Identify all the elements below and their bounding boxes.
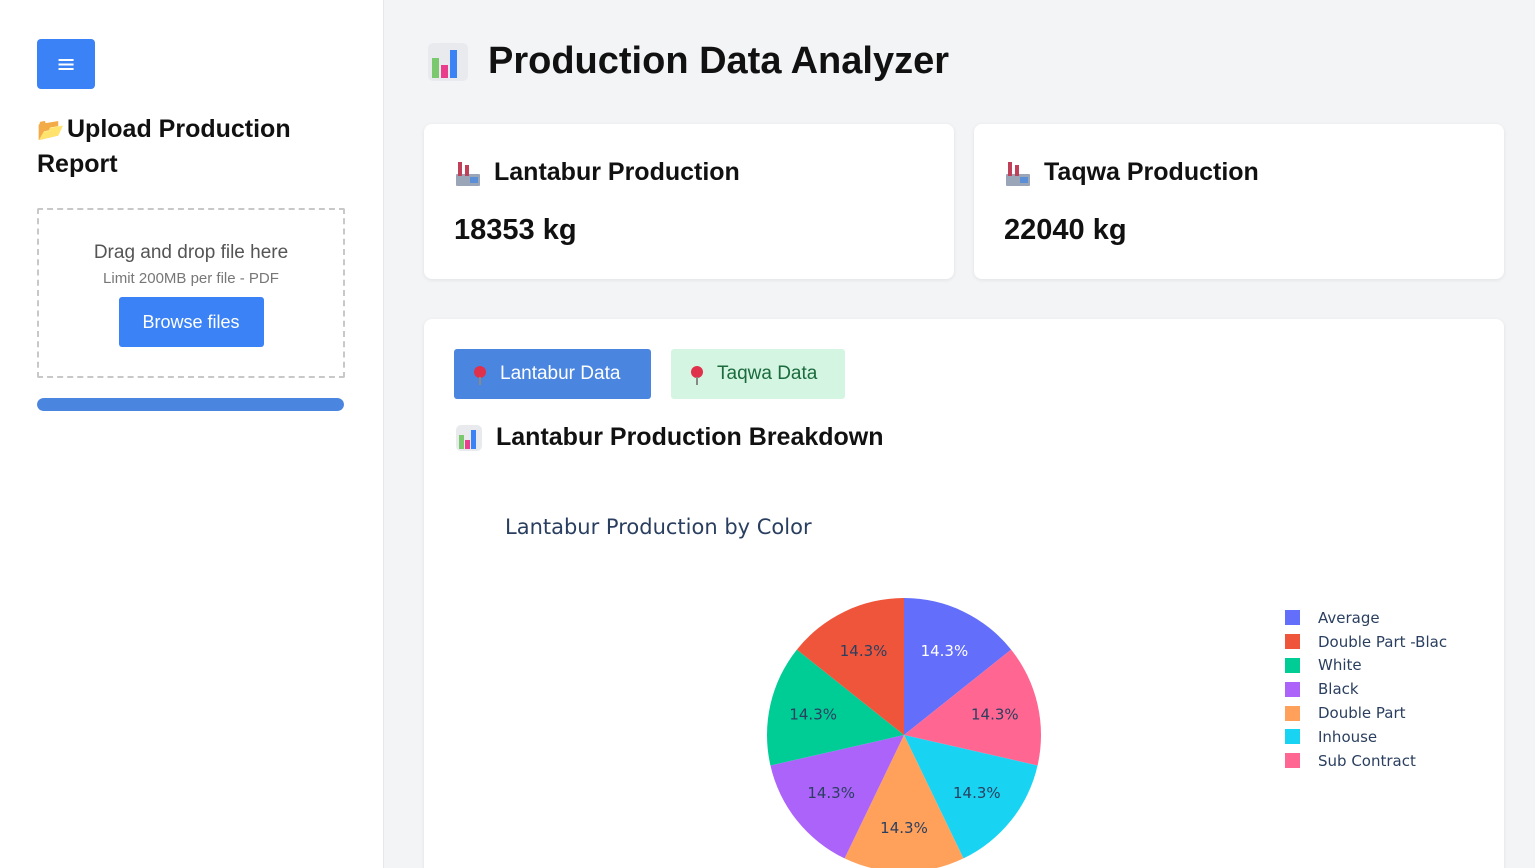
stat-value: 18353 kg [454,214,577,246]
dropzone-text: Drag and drop file here [93,242,289,263]
legend-swatch [1285,634,1300,650]
upload-title-text: Upload Production Report [37,115,291,178]
breakdown-panel: Lantabur Data Taqwa Data Lantabur Produc… [424,319,1504,868]
hamburger-icon: ≡ [55,50,77,78]
menu-button[interactable]: ≡ [37,39,95,89]
stat-title-text: Taqwa Production [1044,158,1259,186]
legend-swatch [1285,681,1300,697]
chart-title: Lantabur Production by Color [505,515,812,539]
sidebar: ≡ 📂 Upload Production Report Drag and dro… [0,0,384,868]
folder-icon: 📂 [37,117,65,142]
bar-chart-icon [456,424,482,451]
taqwa-production-card: Taqwa Production 22040 kg [974,124,1504,279]
legend-label: Inhouse [1318,727,1378,746]
tab-taqwa-data[interactable]: Taqwa Data [671,349,845,399]
tab-lantabur-data[interactable]: Lantabur Data [454,349,651,399]
lantabur-production-card: Lantabur Production 18353 kg [424,124,954,279]
legend-swatch [1285,753,1300,769]
legend-item[interactable]: White [1285,654,1447,678]
pie-chart[interactable]: 14.3% 14.3% 14.3% 14.3% 14.3% 14.3% 14.3% [724,589,1094,868]
legend-item[interactable]: Double Part [1285,701,1447,725]
legend-swatch [1285,729,1300,745]
stat-title: Lantabur Production [454,158,740,187]
pie-slice-label: 14.3% [921,642,969,660]
bar-chart-icon [428,42,468,81]
pin-icon [474,366,486,385]
page-title: Production Data Analyzer [428,40,949,83]
upload-progress-bar [37,398,344,411]
legend-label: White [1318,656,1362,675]
breakdown-title: Lantabur Production Breakdown [456,423,884,452]
tab-label: Taqwa Data [717,363,818,384]
pie-slice-label: 14.3% [789,705,837,723]
factory-icon [454,160,482,186]
legend-swatch [1285,610,1300,626]
stat-value: 22040 kg [1004,214,1127,246]
file-dropzone[interactable]: Drag and drop file here Limit 200MB per … [37,208,345,378]
tab-label: Lantabur Data [500,363,621,384]
factory-icon [1004,160,1032,186]
legend-item[interactable]: Double Part -Blac [1285,630,1447,654]
pie-slice-label: 14.3% [971,705,1019,723]
pin-icon [691,366,703,385]
legend-item[interactable]: Inhouse [1285,725,1447,749]
dropzone-limit-text: Limit 200MB per file - PDF [103,270,279,287]
legend-item[interactable]: Black [1285,677,1447,701]
breakdown-title-text: Lantabur Production Breakdown [496,423,884,451]
legend-label: Average [1318,608,1380,627]
upload-progress-fill [37,398,344,411]
legend-item[interactable]: Average [1285,606,1447,630]
stat-title-text: Lantabur Production [494,158,740,186]
pie-slice-label: 14.3% [840,642,888,660]
browse-files-button[interactable]: Browse files [118,297,264,347]
upload-title: 📂 Upload Production Report [37,112,337,182]
legend-label: Black [1318,680,1359,699]
legend-label: Sub Contract [1318,751,1416,770]
pie-slice-label: 14.3% [880,819,928,837]
pie-slice-label: 14.3% [953,784,1001,802]
legend-swatch [1285,657,1300,673]
legend-label: Double Part [1318,704,1406,723]
legend-swatch [1285,705,1300,721]
chart-legend: Average Double Part -Blac White Black Double… [1285,606,1447,773]
legend-item[interactable]: Sub Contract [1285,749,1447,773]
legend-label: Double Part -Blac [1318,632,1448,651]
stat-title: Taqwa Production [1004,158,1259,187]
page-title-text: Production Data Analyzer [488,40,950,82]
pie-slice-label: 14.3% [807,784,855,802]
